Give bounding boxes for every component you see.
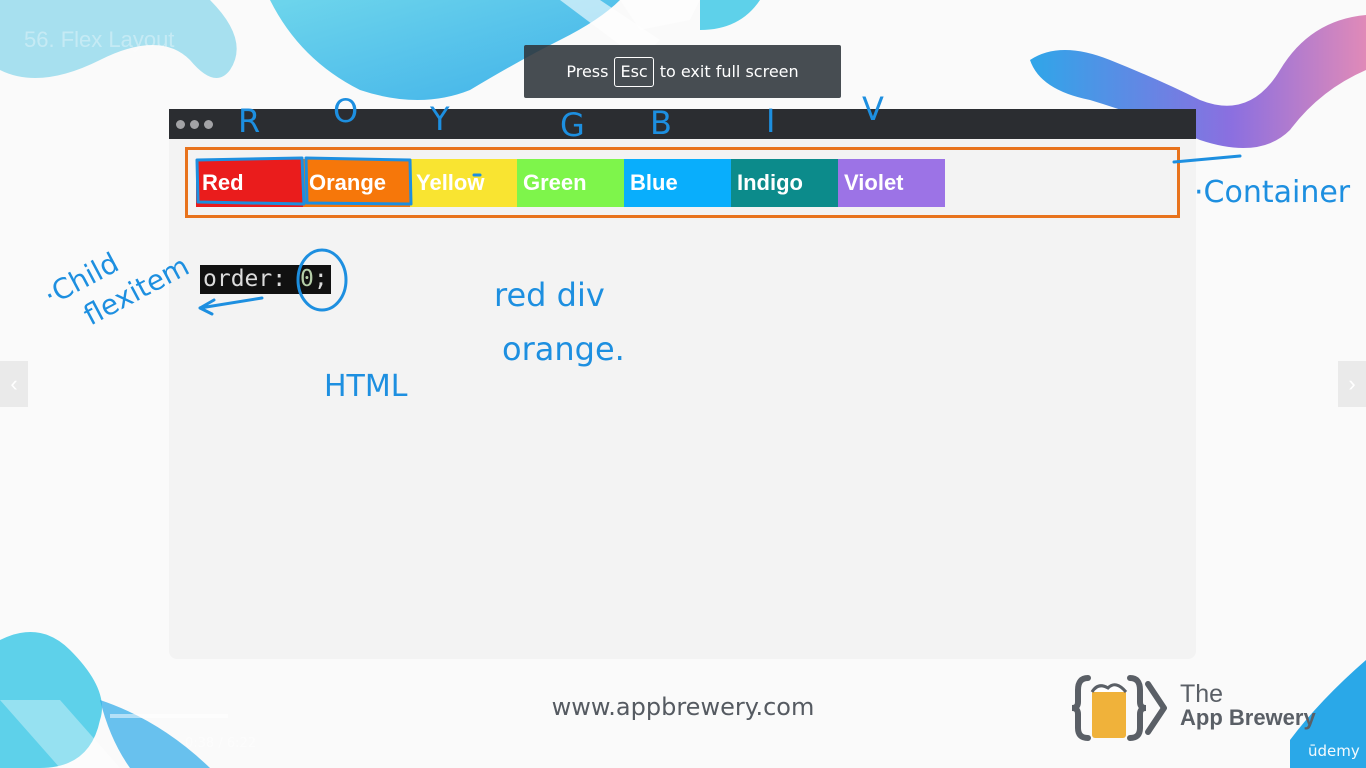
previous-lecture-button[interactable]: ‹	[0, 361, 28, 407]
browser-window: Red Orange Yellow Green Blue Indigo Viol…	[169, 109, 1196, 659]
code-property: order:	[203, 266, 287, 292]
flex-item-indigo: Indigo	[731, 159, 838, 207]
toast-prefix: Press	[566, 62, 609, 81]
next-lecture-button[interactable]: ›	[1338, 361, 1366, 407]
lecture-title: 56. Flex Layout	[24, 27, 175, 52]
annotation-container: ·Container	[1194, 175, 1351, 210]
flex-item-label: Blue	[630, 170, 678, 195]
flex-item-label: Green	[523, 170, 587, 195]
window-dot-icon	[176, 119, 185, 129]
flex-item-red: Red	[196, 159, 303, 207]
window-dot-icon	[190, 119, 199, 129]
window-dot-icon	[204, 119, 213, 129]
flex-item-violet: Violet	[838, 159, 945, 207]
code-semicolon: ;	[313, 266, 328, 292]
annotation-child: ·Child	[38, 246, 124, 312]
flex-item-label: Indigo	[737, 170, 803, 195]
code-value: 0	[299, 266, 314, 292]
flex-container: Red Orange Yellow Green Blue Indigo Viol…	[185, 147, 1180, 218]
udemy-brand: ūdemy	[1308, 742, 1360, 760]
video-progress-time: 0:38 / 6:22	[185, 736, 257, 751]
fullscreen-toast: Press Esc to exit full screen	[524, 45, 841, 98]
flex-item-green: Green	[517, 159, 624, 207]
flex-item-label: Red	[202, 170, 244, 195]
flex-item-label: Violet	[844, 170, 904, 195]
chevron-right-icon: ›	[1348, 371, 1356, 396]
esc-key-badge: Esc	[614, 56, 654, 87]
css-code-snippet: order: 0;	[200, 265, 331, 294]
flex-item-orange: Orange	[303, 159, 410, 207]
flex-item-label: Orange	[309, 170, 387, 195]
flex-item-blue: Blue	[624, 159, 731, 207]
toast-suffix: to exit full screen	[659, 62, 799, 81]
flex-item-yellow: Yellow	[410, 159, 517, 207]
browser-toolbar	[169, 109, 1196, 139]
flex-item-label: Yellow	[416, 170, 485, 195]
logo-text-app-brewery: App Brewery	[1180, 705, 1316, 730]
chevron-left-icon: ‹	[10, 371, 18, 396]
